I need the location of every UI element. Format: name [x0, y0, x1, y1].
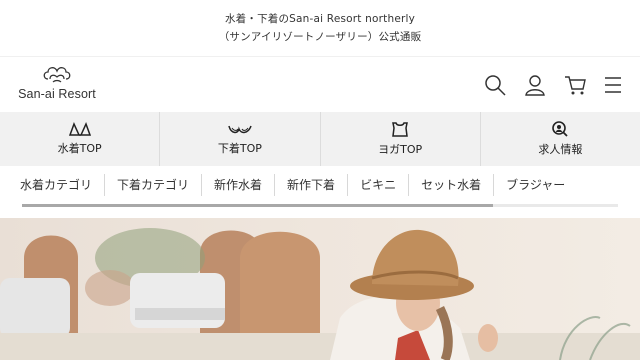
subnav-new-swimwear[interactable]: 新作水着	[201, 174, 274, 196]
menu-icon[interactable]	[601, 73, 625, 97]
search-icon[interactable]	[483, 73, 507, 97]
hero-banner-image[interactable]	[0, 218, 640, 360]
announcement-bar: 水着・下着のSan-ai Resort northerly （サンアイリゾートノ…	[0, 0, 640, 56]
category-swimwear-top[interactable]: 水着TOP	[0, 112, 159, 166]
site-header: San-ai Resort	[0, 56, 640, 112]
account-icon[interactable]	[523, 73, 547, 97]
subnav-list: 水着カテゴリ 下着カテゴリ 新作水着 新作下着 ビキニ セット水着 ブラジャー	[8, 174, 577, 196]
category-recruit[interactable]: 求人情報	[479, 112, 640, 166]
category-lingerie-top[interactable]: 下着TOP	[159, 112, 319, 166]
logo-text: San-ai Resort	[18, 87, 96, 101]
site-logo[interactable]: San-ai Resort	[16, 65, 98, 107]
yoga-top-icon	[392, 121, 409, 137]
announcement-line-1: 水着・下着のSan-ai Resort northerly	[224, 13, 416, 25]
subnav-lingerie-category[interactable]: 下着カテゴリ	[104, 174, 201, 196]
hero-photo	[0, 218, 640, 360]
subnav-set-swimwear[interactable]: セット水着	[408, 174, 493, 196]
subnav-swimwear-category[interactable]: 水着カテゴリ	[8, 174, 104, 196]
subnav-scrollbar[interactable]	[22, 204, 618, 207]
category-label: 求人情報	[538, 143, 583, 156]
subnav-bikini[interactable]: ビキニ	[347, 174, 408, 196]
subnav-bra[interactable]: ブラジャー	[493, 174, 577, 196]
logo-mark-icon	[43, 67, 71, 83]
category-yoga-top[interactable]: ヨガTOP	[319, 112, 480, 166]
category-label: ヨガTOP	[378, 142, 423, 156]
cart-icon[interactable]	[563, 73, 587, 97]
category-label: 下着TOP	[217, 142, 262, 155]
announcement-line-2: （サンアイリゾートノーザリー）公式通販	[218, 31, 422, 43]
category-bar: 水着TOP 下着TOP ヨガTOP 求人情報	[0, 112, 640, 166]
category-label: 水着TOP	[57, 142, 102, 155]
subnav-new-lingerie[interactable]: 新作下着	[274, 174, 347, 196]
swimwear-icon	[68, 122, 91, 136]
subnav-scroll-thumb[interactable]	[22, 204, 493, 207]
recruit-search-icon	[552, 121, 569, 137]
sub-navigation: 水着カテゴリ 下着カテゴリ 新作水着 新作下着 ビキニ セット水着 ブラジャー	[0, 166, 640, 218]
lingerie-icon	[228, 125, 252, 134]
